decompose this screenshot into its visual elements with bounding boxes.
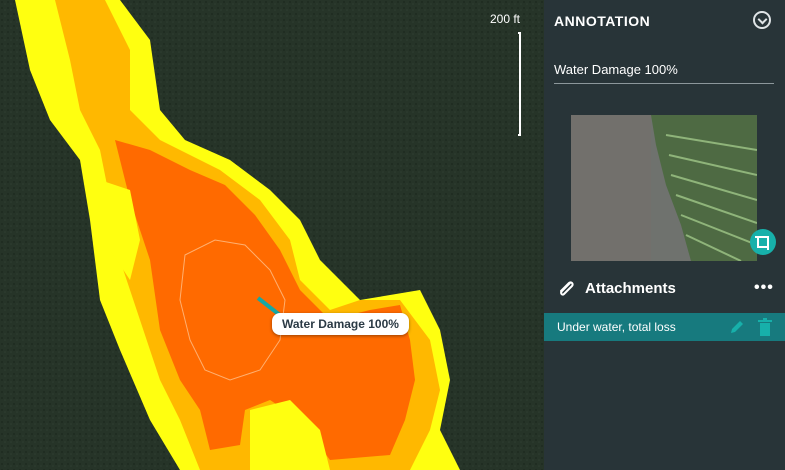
more-horizontal-icon[interactable]: ••• <box>754 280 774 296</box>
crop-icon[interactable] <box>750 229 776 255</box>
annotation-panel: ANNOTATION Water Damage 100% Attachments… <box>544 0 785 470</box>
pencil-icon[interactable] <box>728 318 746 341</box>
panel-header: ANNOTATION <box>554 13 651 29</box>
attachments-title: Attachments <box>585 280 676 297</box>
attachment-list-item[interactable]: Under water, total loss <box>544 313 785 341</box>
scale-bar: 200 ft <box>480 12 530 142</box>
map-view[interactable]: 200 ft Water Damage 100% <box>0 0 544 470</box>
attachment-photo[interactable] <box>571 115 757 261</box>
chevron-down-circle-icon[interactable] <box>753 11 771 29</box>
annotation-callout[interactable]: Water Damage 100% <box>272 313 409 335</box>
scale-bar-line <box>518 32 521 136</box>
imagery-layer <box>0 0 544 470</box>
paperclip-icon <box>556 279 576 304</box>
annotation-text-field[interactable]: Water Damage 100% <box>554 62 774 84</box>
attachments-header: Attachments ••• <box>544 263 785 313</box>
trash-icon[interactable] <box>756 317 774 342</box>
scale-label: 200 ft <box>489 12 520 26</box>
panel-empty-area <box>544 341 785 470</box>
attachment-name: Under water, total loss <box>557 320 676 334</box>
